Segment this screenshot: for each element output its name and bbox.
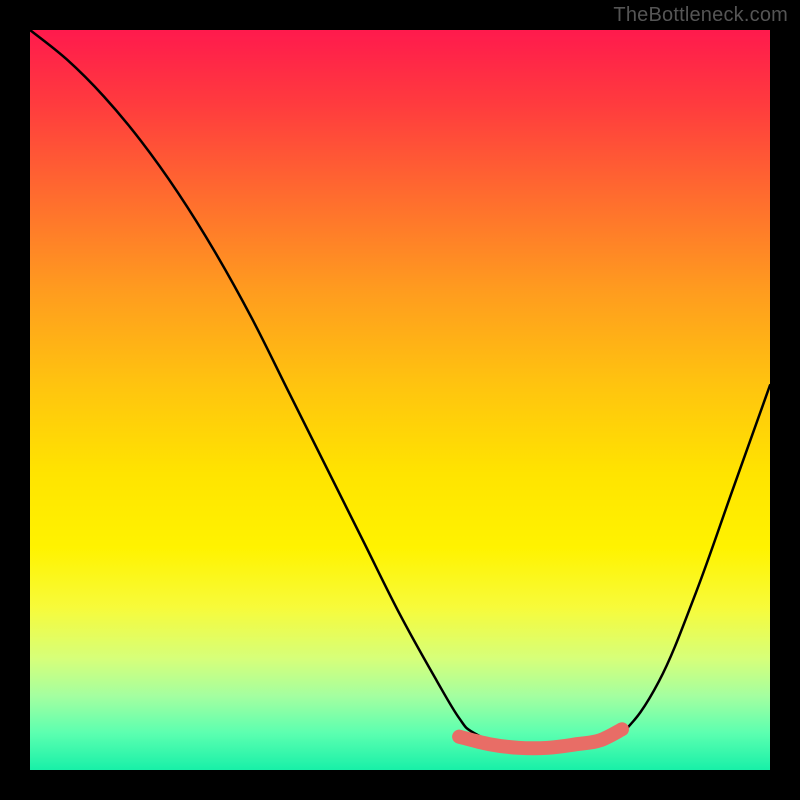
attribution-text: TheBottleneck.com — [613, 4, 788, 27]
bottleneck-curve — [30, 30, 770, 749]
chart-frame — [30, 30, 770, 770]
optimal-range-dot — [452, 730, 466, 744]
optimal-range-highlight — [459, 729, 622, 748]
chart-svg — [30, 30, 770, 770]
